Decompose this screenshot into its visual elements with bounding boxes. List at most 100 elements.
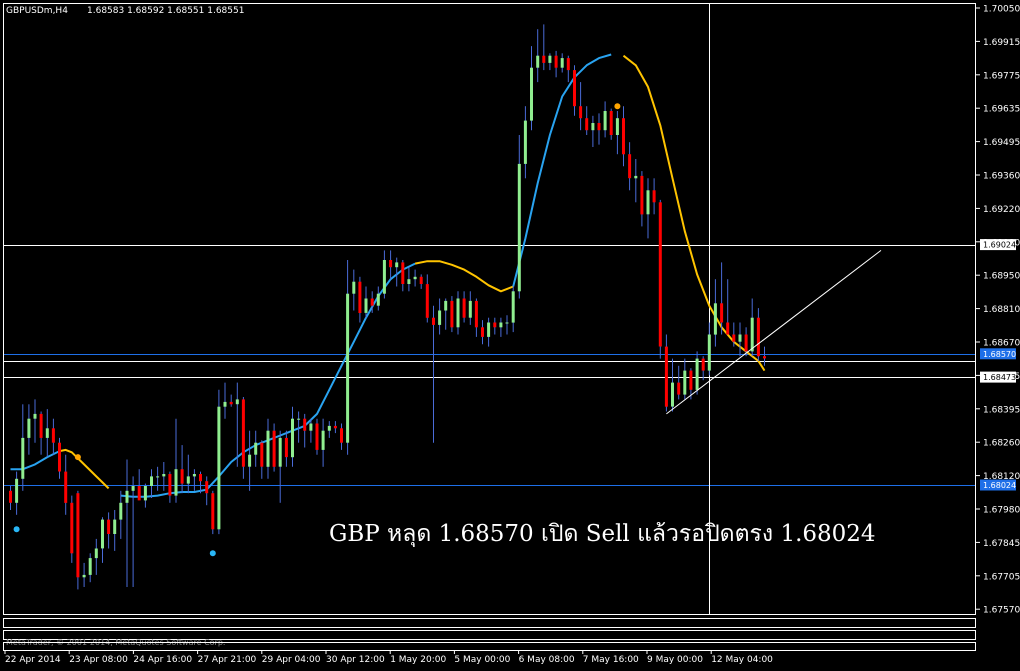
candle[interactable] — [70, 495, 74, 563]
price-tag: 1.68570 — [980, 348, 1016, 360]
time-tick-label: 27 Apr 21:00 — [198, 655, 257, 665]
bull-candle-body — [156, 476, 160, 478]
bear-candle-body — [573, 70, 576, 107]
bull-candle-body — [235, 399, 239, 405]
bull-candle-body — [523, 120, 527, 164]
bull-candle-body — [125, 490, 129, 503]
bull-candle-body — [266, 430, 270, 467]
bull-candle-body — [15, 478, 19, 503]
price-tick-label: 1.69635 — [983, 105, 1020, 115]
bull-candle-body — [707, 334, 711, 371]
price-tag: 1.68473 — [980, 371, 1016, 383]
candle[interactable] — [450, 296, 454, 333]
bull-candle-body — [560, 58, 564, 68]
signal-dot — [614, 103, 621, 110]
price-tick-label: 1.68950 — [983, 272, 1020, 282]
bull-candle-body — [499, 322, 503, 328]
bull-candle-body — [162, 474, 166, 477]
signal-dot — [209, 550, 216, 557]
price-tick-label: 1.67980 — [983, 506, 1020, 516]
bear-candle-body — [744, 334, 748, 352]
bear-candle-body — [211, 493, 215, 530]
price-tick-label: 1.69915 — [983, 38, 1020, 48]
bull-candle-body — [254, 442, 258, 455]
ohlc-values: 1.68583 1.68592 1.68551 1.68551 — [87, 6, 244, 16]
bull-candle-body — [487, 322, 491, 337]
bull-candle-body — [376, 293, 380, 306]
candle[interactable] — [658, 199, 662, 359]
candle[interactable] — [272, 423, 276, 472]
time-tick-label: 24 Apr 16:00 — [133, 655, 192, 665]
bull-candle-body — [119, 502, 123, 520]
bull-candle-body — [750, 317, 754, 352]
bull-candle-body — [88, 558, 92, 575]
price-tag: 1.69024 — [980, 239, 1016, 251]
bear-candle-body — [76, 493, 80, 578]
bear-candle-body — [315, 423, 319, 450]
bull-candle-body — [738, 334, 742, 342]
bear-candle-body — [241, 399, 245, 467]
bull-candle-body — [113, 519, 117, 534]
bull-candle-body — [248, 454, 252, 467]
price-tag-label: 1.68473 — [983, 373, 1016, 382]
chart-window[interactable]: GBPUSDm,H4 1.68583 1.68592 1.68551 1.685… — [0, 0, 1020, 667]
price-tick-label: 1.69360 — [983, 172, 1020, 182]
candle[interactable] — [241, 397, 245, 479]
bull-candle-body — [505, 322, 509, 324]
bear-candle-body — [732, 334, 736, 342]
candle[interactable] — [76, 490, 80, 590]
bull-candle-body — [45, 428, 49, 438]
bear-candle-body — [756, 317, 760, 357]
bull-candle-body — [21, 437, 25, 479]
bear-candle-body — [64, 471, 68, 503]
bear-candle-body — [462, 298, 466, 318]
bull-candle-body — [321, 430, 325, 450]
price-tag: 1.68024 — [980, 479, 1016, 491]
bull-candle-body — [683, 370, 687, 395]
bear-candle-body — [720, 303, 724, 323]
price-tick-label: 1.67845 — [983, 539, 1020, 549]
bear-candle-body — [272, 430, 276, 467]
bear-candle-body — [450, 300, 454, 328]
bull-candle-body — [634, 175, 638, 179]
bull-candle-body — [548, 55, 552, 63]
bull-candle-body — [395, 262, 399, 268]
bull-candle-body — [713, 303, 717, 335]
signal-dot — [13, 526, 20, 533]
bull-candle-body — [517, 163, 521, 292]
trade-annotation: GBP หลุด 1.68570 เปิด Sell แล้วรอปิดตรง … — [329, 521, 876, 547]
bull-candle-body — [468, 300, 472, 318]
bear-candle-body — [554, 55, 558, 68]
bull-candle-body — [456, 298, 460, 328]
bear-candle-body — [628, 154, 632, 179]
price-chart[interactable]: GBPUSDm,H4 1.68583 1.68592 1.68551 1.685… — [0, 0, 1020, 667]
bear-candle-body — [609, 111, 613, 135]
bull-candle-body — [671, 382, 674, 407]
chart-background — [0, 0, 1020, 667]
candle[interactable] — [315, 418, 319, 455]
bull-candle-body — [186, 476, 190, 484]
bull-candle-body — [150, 476, 153, 486]
bull-candle-body — [143, 486, 147, 501]
bear-candle-body — [401, 262, 405, 284]
time-tick-label: 12 May 04:00 — [711, 655, 773, 665]
price-tick-label: 1.68810 — [983, 305, 1020, 315]
bear-candle-body — [481, 327, 484, 337]
bear-candle-body — [58, 442, 61, 472]
candle[interactable] — [211, 490, 215, 535]
price-tick-label: 1.69775 — [983, 71, 1020, 81]
bull-candle-body — [192, 474, 196, 477]
bear-candle-body — [701, 358, 705, 371]
signal-dot — [74, 454, 81, 461]
price-tag-label: 1.69024 — [983, 241, 1016, 250]
price-tick-label: 1.68395 — [983, 405, 1020, 415]
time-tick-label: 9 May 00:00 — [647, 655, 703, 665]
bull-candle-body — [364, 298, 368, 313]
price-tick-label: 1.67570 — [983, 606, 1020, 616]
bull-candle-body — [33, 413, 37, 419]
bull-candle-body — [327, 425, 331, 431]
bear-candle-body — [137, 486, 141, 501]
candle[interactable] — [217, 389, 221, 535]
bear-candle-body — [51, 428, 55, 443]
bear-candle-body — [579, 106, 583, 119]
